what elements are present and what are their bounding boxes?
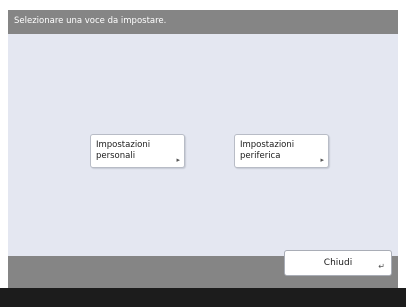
settings-panel: Selezionare una voce da impostare. Impos… [8,10,398,292]
personal-settings-button[interactable]: Impostazioni personali ▸ [90,134,185,168]
chevron-right-icon: ▸ [320,156,324,164]
bottom-bar [0,288,406,307]
enter-icon: ↵ [378,262,385,271]
close-label: Chiudi [323,258,353,268]
close-button[interactable]: Chiudi ↵ [284,250,392,276]
device-settings-button[interactable]: Impostazioni periferica ▸ [234,134,329,168]
instruction-text: Selezionare una voce da impostare. [14,16,167,26]
header-bar: Selezionare una voce da impostare. [8,10,398,34]
personal-settings-label: Impostazioni personali [96,140,151,161]
content-area: Impostazioni personali ▸ Impostazioni pe… [8,34,398,256]
chevron-right-icon: ▸ [176,156,180,164]
device-settings-label: Impostazioni periferica [240,140,295,161]
device-screen: Selezionare una voce da impostare. Impos… [0,0,406,307]
